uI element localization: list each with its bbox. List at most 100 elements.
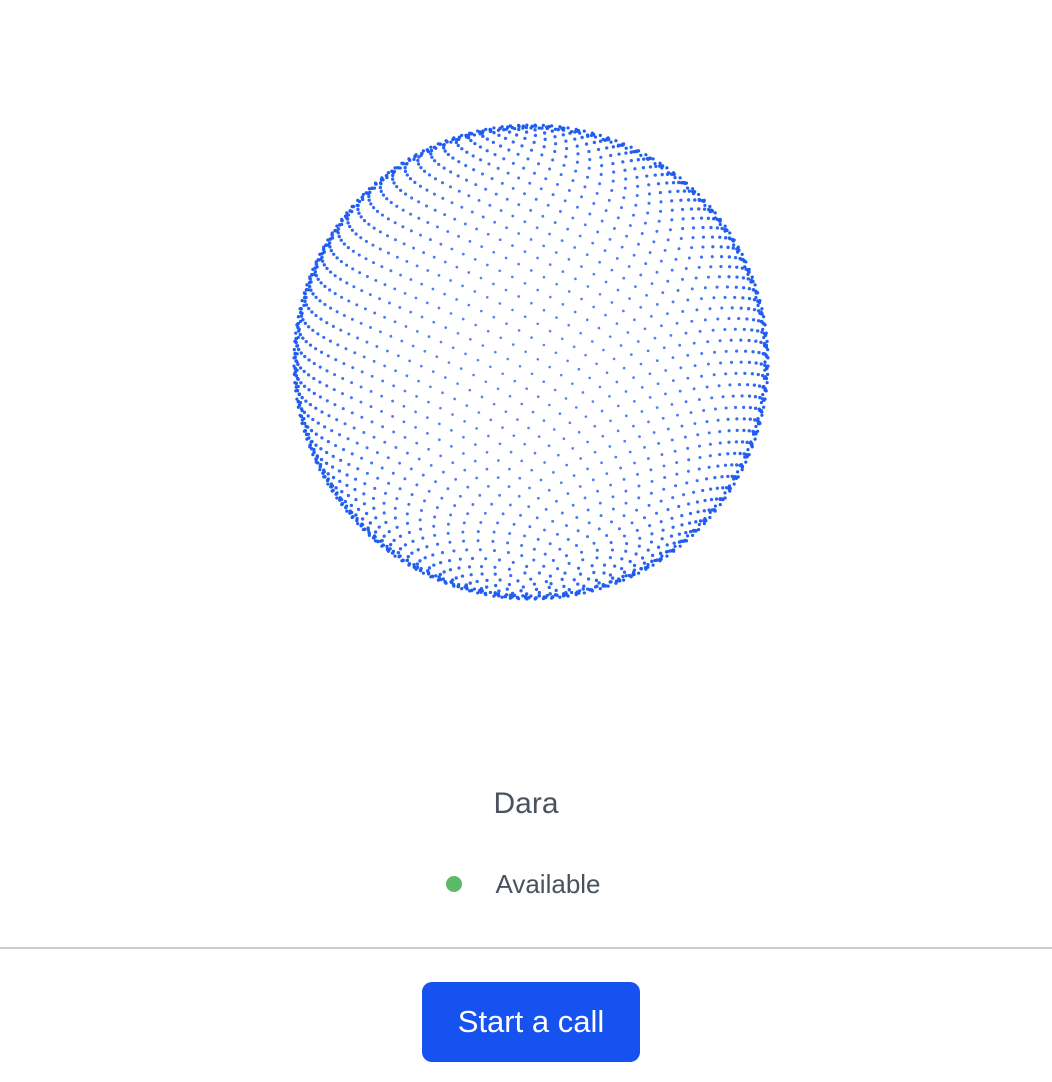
orb-dot bbox=[745, 440, 749, 445]
orb-dot bbox=[754, 361, 758, 365]
orb-rim-dot bbox=[312, 448, 316, 452]
orb-rim-dot bbox=[484, 593, 488, 597]
orb-rim-dot bbox=[713, 504, 717, 508]
orb-dot bbox=[373, 530, 378, 534]
orb-rim-dot bbox=[326, 482, 330, 486]
orb-rim-dot bbox=[598, 587, 602, 591]
orb-dot bbox=[599, 155, 603, 159]
orb-dot bbox=[741, 276, 746, 280]
orb-dot bbox=[659, 209, 663, 213]
orb-dot bbox=[443, 149, 447, 153]
orb-dot bbox=[609, 419, 612, 423]
orb-dot bbox=[662, 346, 666, 350]
orb-dot bbox=[416, 548, 420, 552]
orb-dot bbox=[548, 263, 552, 267]
orb-dot bbox=[660, 324, 663, 328]
orb-rim-dot bbox=[763, 352, 767, 356]
orb-rim-dot bbox=[295, 352, 299, 356]
orb-dot bbox=[439, 340, 443, 344]
orb-dot bbox=[617, 152, 621, 156]
orb-rim-dot bbox=[651, 157, 655, 161]
orb-dot bbox=[636, 472, 639, 476]
orb-dot bbox=[378, 185, 383, 190]
orb-dot bbox=[336, 343, 340, 347]
orb-dot bbox=[571, 179, 575, 183]
orb-rim-dot bbox=[504, 127, 509, 131]
orb-dot bbox=[748, 405, 753, 410]
start-call-button[interactable]: Start a call bbox=[422, 982, 640, 1062]
orb-dot bbox=[733, 295, 737, 300]
orb-dot bbox=[426, 416, 429, 420]
orb-dot bbox=[403, 543, 408, 547]
orb-dot bbox=[716, 464, 720, 468]
orb-dot bbox=[709, 487, 713, 491]
orb-dot bbox=[398, 487, 402, 491]
orb-dot bbox=[696, 510, 700, 514]
orb-rim-dot bbox=[361, 192, 366, 197]
orb-dot bbox=[358, 271, 362, 275]
orb-rim-dot bbox=[606, 136, 610, 140]
orb-rim-dot bbox=[763, 360, 767, 364]
orb-dot bbox=[525, 564, 529, 569]
orb-dot bbox=[654, 164, 658, 169]
orb-dot bbox=[451, 156, 455, 160]
orb-dot bbox=[418, 518, 422, 522]
orb-rim-dot bbox=[658, 559, 662, 563]
orb-rim-dot bbox=[504, 593, 509, 597]
orb-dot bbox=[616, 288, 620, 292]
orb-dot bbox=[316, 421, 320, 425]
orb-dot bbox=[573, 137, 577, 141]
orb-dot bbox=[544, 177, 548, 181]
orb-rim-dot bbox=[298, 319, 303, 323]
orb-dot bbox=[649, 540, 654, 544]
orb-dot bbox=[422, 169, 427, 173]
orb-rim-dot bbox=[407, 157, 411, 161]
orb-rim-dot bbox=[419, 153, 423, 157]
orb-dot bbox=[706, 275, 710, 279]
orb-rim-dot bbox=[314, 460, 318, 464]
orb-dot bbox=[524, 350, 527, 354]
orb-rim-dot bbox=[753, 283, 757, 287]
orb-rim-dot bbox=[355, 203, 359, 208]
orb-dot bbox=[517, 203, 521, 207]
orb-dot bbox=[339, 259, 343, 264]
orb-dot bbox=[578, 572, 583, 576]
orb-dot bbox=[718, 441, 722, 445]
orb-dot bbox=[691, 236, 695, 240]
orb-dot bbox=[387, 529, 391, 534]
orb-dot bbox=[586, 508, 590, 512]
orb-dot bbox=[746, 277, 750, 281]
orb-dot bbox=[331, 454, 335, 458]
orb-dot bbox=[611, 145, 616, 149]
orb-dot bbox=[520, 402, 524, 406]
orb-dot bbox=[469, 573, 473, 577]
orb-dot bbox=[312, 376, 316, 381]
orb-dot bbox=[605, 146, 609, 150]
orb-rim-dot bbox=[646, 563, 650, 567]
orb-dot bbox=[670, 218, 674, 222]
orb-dot bbox=[392, 430, 396, 434]
orb-dot bbox=[516, 152, 520, 156]
orb-dot bbox=[734, 371, 738, 375]
orb-dot bbox=[431, 553, 435, 557]
orb-dot bbox=[517, 176, 521, 180]
orb-dot bbox=[312, 361, 316, 366]
orb-dot bbox=[523, 282, 527, 285]
orb-rim-dot bbox=[460, 133, 464, 137]
orb-rim-dot bbox=[292, 364, 296, 368]
orb-dot bbox=[543, 137, 547, 141]
orb-dot bbox=[411, 344, 415, 348]
orb-rim-dot bbox=[340, 217, 344, 221]
orb-rim-dot bbox=[300, 311, 304, 315]
orb-dot bbox=[450, 201, 454, 205]
orb-dot bbox=[307, 388, 311, 392]
orb-dot bbox=[733, 255, 738, 260]
orb-dot bbox=[664, 392, 667, 396]
orb-rim-dot bbox=[449, 580, 453, 584]
orb-dot bbox=[693, 364, 697, 368]
orb-dot bbox=[296, 347, 301, 352]
orb-dot bbox=[456, 174, 460, 178]
orb-dot bbox=[735, 349, 739, 353]
orb-rim-dot bbox=[476, 591, 480, 595]
orb-rim-dot bbox=[601, 582, 605, 587]
